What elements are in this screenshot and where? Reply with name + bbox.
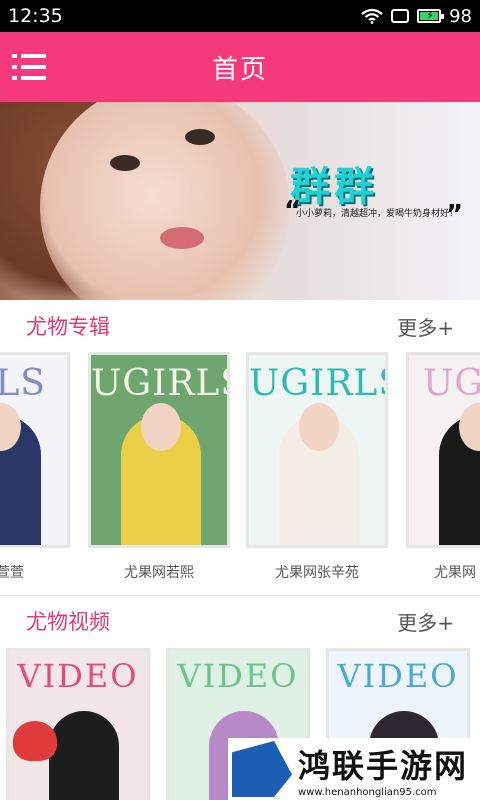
banner-eye bbox=[185, 129, 215, 145]
video-brand: VIDEO bbox=[177, 657, 299, 695]
video-brand: VIDEO bbox=[17, 657, 139, 695]
banner-carousel[interactable]: 群群 “ 小小萝莉，清越超冲，爱喝牛奶身材好！ ” bbox=[0, 102, 480, 300]
watermark-logo-icon bbox=[232, 741, 292, 797]
battery-icon: ⚡ bbox=[417, 9, 445, 23]
album-cover: UGIRLS bbox=[246, 352, 388, 548]
banner-caption: 小小萝莉，清越超冲，爱喝牛奶身材好！ bbox=[296, 209, 459, 219]
album-photo-head bbox=[141, 403, 181, 451]
battery-level: 98 bbox=[449, 5, 472, 27]
video-card[interactable]: VIDEO bbox=[6, 648, 150, 800]
watermark-url: www.henanhonglian95.com bbox=[298, 786, 437, 798]
section-divider bbox=[0, 595, 480, 596]
album-title: 尤果网张辛苑 bbox=[275, 565, 359, 581]
watermark: 鸿联手游网 www.henanhonglian95.com bbox=[228, 738, 480, 800]
videos-section-header: 尤物视频 更多+ bbox=[0, 597, 480, 645]
page-title: 首页 bbox=[211, 54, 268, 85]
videos-section-title: 尤物视频 bbox=[26, 610, 110, 634]
album-cover: IRLS bbox=[0, 352, 70, 548]
video-photo bbox=[49, 711, 119, 800]
album-brand: IRLS bbox=[0, 363, 46, 404]
album-card[interactable]: IRLS 果果萱萱 bbox=[0, 352, 70, 582]
status-bar: 12:35 ⚡ 98 bbox=[0, 0, 480, 32]
album-card[interactable]: UGIRLS 尤果网若熙 bbox=[88, 352, 230, 582]
video-cover: VIDEO bbox=[6, 648, 150, 800]
menu-button[interactable] bbox=[12, 54, 46, 80]
banner-lips bbox=[160, 227, 204, 249]
wifi-icon bbox=[361, 8, 383, 24]
banner-eye bbox=[110, 155, 140, 171]
albums-section-header: 尤物专辑 更多+ bbox=[0, 302, 480, 350]
videos-more-link[interactable]: 更多+ bbox=[397, 607, 454, 636]
video-brand: VIDEO bbox=[337, 657, 459, 695]
albums-more-link[interactable]: 更多+ bbox=[397, 312, 454, 341]
banner-quote-close: ” bbox=[446, 200, 464, 230]
album-title: 果果萱萱 bbox=[0, 565, 24, 581]
status-time: 12:35 bbox=[8, 5, 63, 27]
album-cover: UGIRLS bbox=[88, 352, 230, 548]
album-brand: UGIRLS bbox=[91, 363, 227, 404]
banner-photo-face bbox=[40, 102, 290, 300]
album-card[interactable]: UGIRLS 尤果网张辛苑 bbox=[246, 352, 388, 582]
recent-apps-icon bbox=[391, 9, 410, 23]
album-title: 尤果网 bbox=[434, 565, 476, 581]
status-icons: ⚡ 98 bbox=[361, 6, 472, 27]
album-brand: UGI bbox=[423, 363, 480, 404]
banner-title: 群群 bbox=[290, 163, 378, 210]
album-title: 尤果网若熙 bbox=[124, 565, 194, 581]
albums-list: IRLS 果果萱萱 UGIRLS 尤果网若熙 UGIRLS 尤果网张辛苑 UGI… bbox=[0, 352, 480, 588]
album-brand: UGIRLS bbox=[249, 363, 385, 404]
album-card[interactable]: UGI 尤果网 bbox=[406, 352, 480, 582]
app-bar: 首页 bbox=[0, 32, 480, 102]
albums-section-title: 尤物专辑 bbox=[26, 315, 110, 339]
album-photo-head bbox=[299, 403, 339, 451]
watermark-title: 鸿联手游网 bbox=[298, 746, 469, 785]
heart-balloon-icon bbox=[13, 721, 57, 761]
album-cover: UGI bbox=[406, 352, 480, 548]
